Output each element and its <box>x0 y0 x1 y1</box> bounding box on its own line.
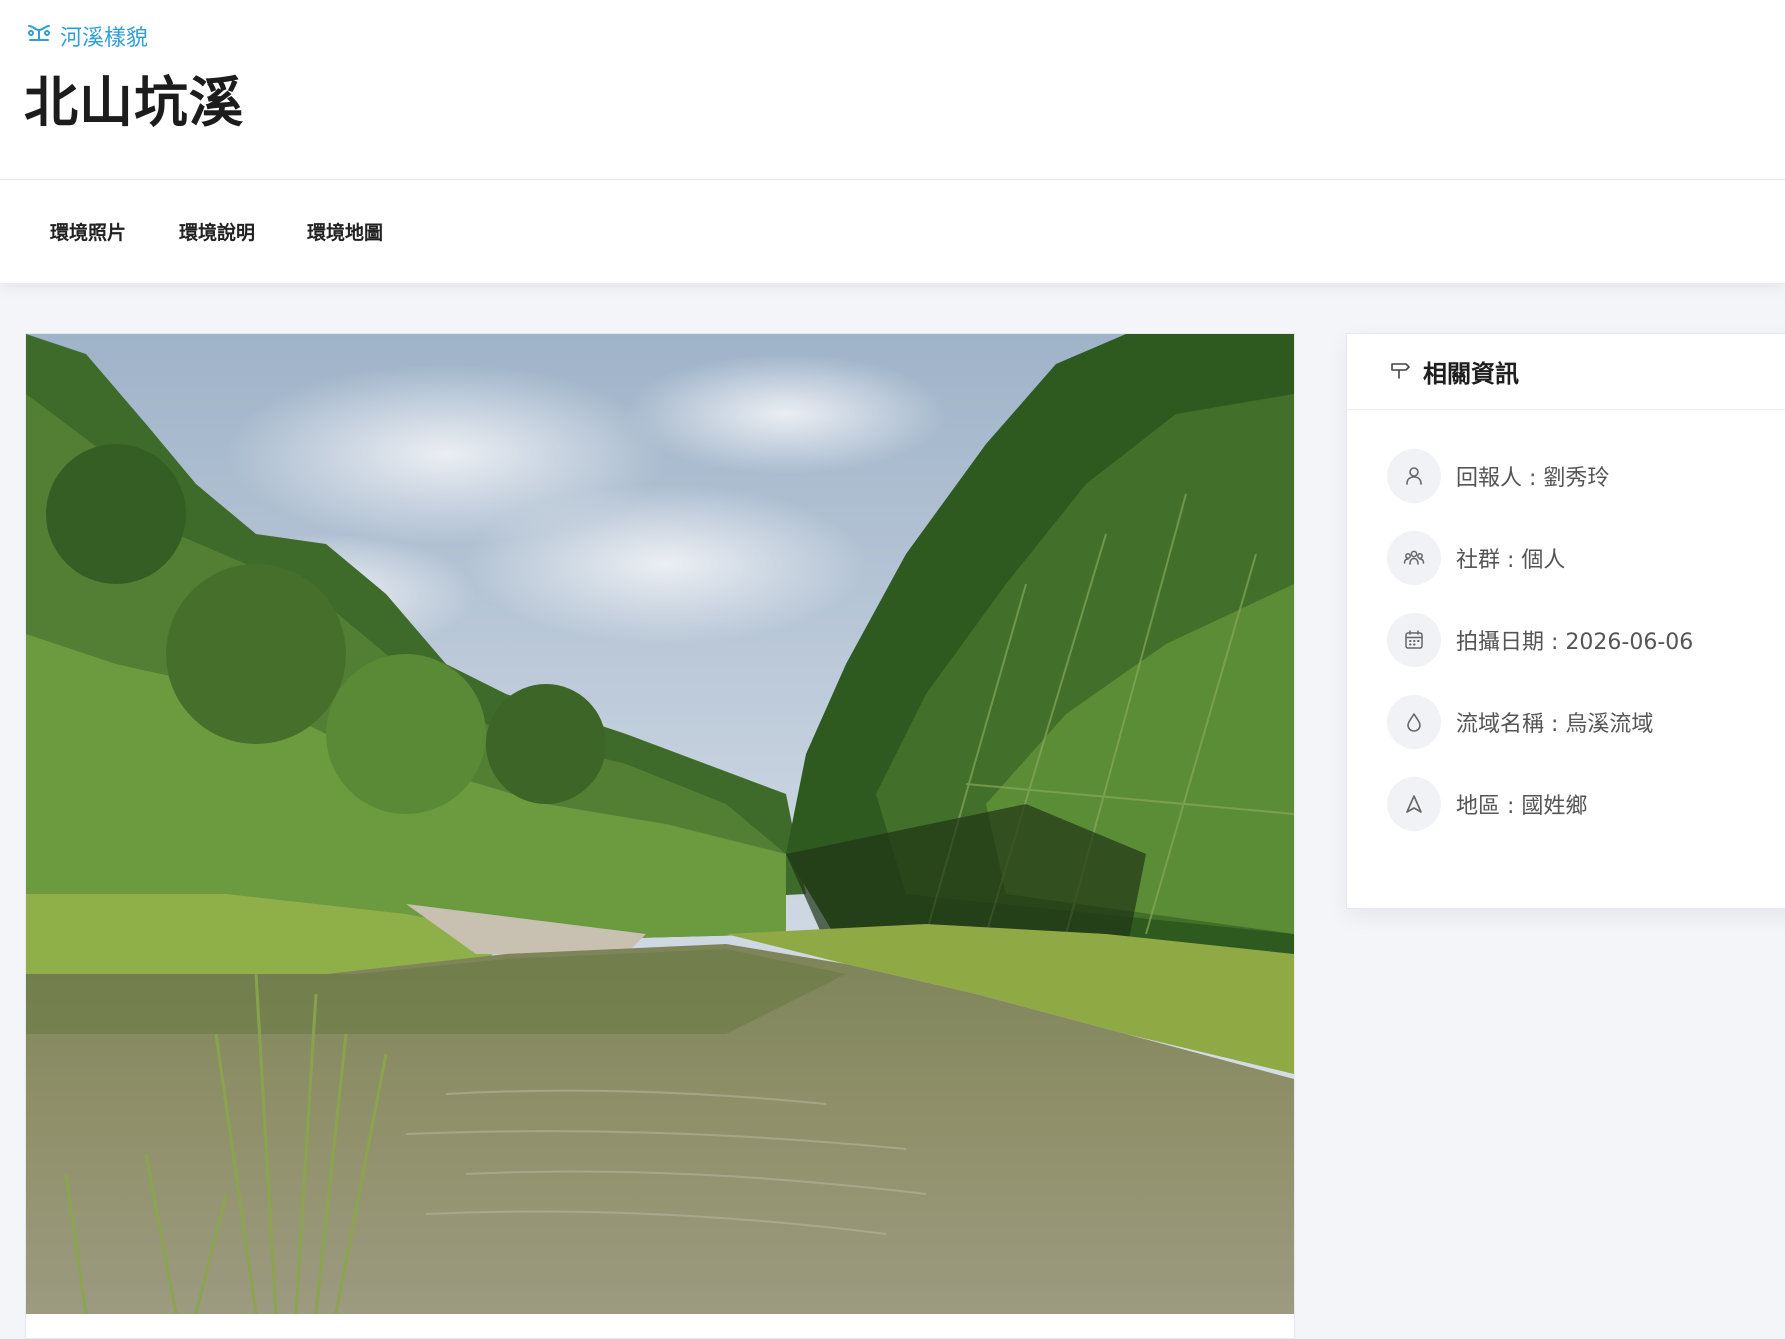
photo-date-text: 拍攝日期 : 2026-06-06 <box>1456 630 1694 655</box>
region-text: 地區 : 國姓鄉 <box>1456 794 1588 819</box>
info-title: 相關資訊 <box>1423 360 1519 388</box>
photo-card <box>25 333 1295 1339</box>
page-header: 河溪樣貌 北山坑溪 <box>0 0 1785 180</box>
stream-photo[interactable] <box>26 334 1294 1314</box>
info-row-region: 地區 : 國姓鄉 <box>1387 776 1587 832</box>
tab-photos[interactable]: 環境照片 <box>50 218 126 245</box>
navigation-icon <box>1387 777 1441 831</box>
info-row-basin: 流域名稱 : 烏溪流域 <box>1387 694 1653 750</box>
breadcrumb[interactable]: 河溪樣貌 <box>26 20 148 52</box>
calendar-icon <box>1387 613 1441 667</box>
info-row-date: 拍攝日期 : 2026-06-06 <box>1387 612 1693 668</box>
page-title: 北山坑溪 <box>24 71 244 134</box>
community-text: 社群 : 個人 <box>1456 548 1566 573</box>
info-row-reporter: 回報人 : 劉秀玲 <box>1387 448 1609 504</box>
tab-bar: 環境照片 環境說明 環境地圖 <box>0 180 1785 283</box>
basin-text: 流域名稱 : 烏溪流域 <box>1456 712 1654 737</box>
user-icon <box>1387 449 1441 503</box>
tab-description[interactable]: 環境說明 <box>179 218 255 245</box>
reporter-text: 回報人 : 劉秀玲 <box>1456 466 1610 491</box>
info-header: 相關資訊 <box>1347 334 1785 410</box>
tab-map[interactable]: 環境地圖 <box>307 218 383 245</box>
water-drop-icon <box>1387 695 1441 749</box>
signpost-icon <box>1389 359 1411 385</box>
river-icon <box>26 22 52 50</box>
breadcrumb-label[interactable]: 河溪樣貌 <box>60 20 148 52</box>
group-icon <box>1387 531 1441 585</box>
info-row-community: 社群 : 個人 <box>1387 530 1565 586</box>
info-card: 相關資訊 回報人 : 劉秀玲 社群 : 個人 拍攝日期: 2026-06-06… <box>1346 333 1785 909</box>
